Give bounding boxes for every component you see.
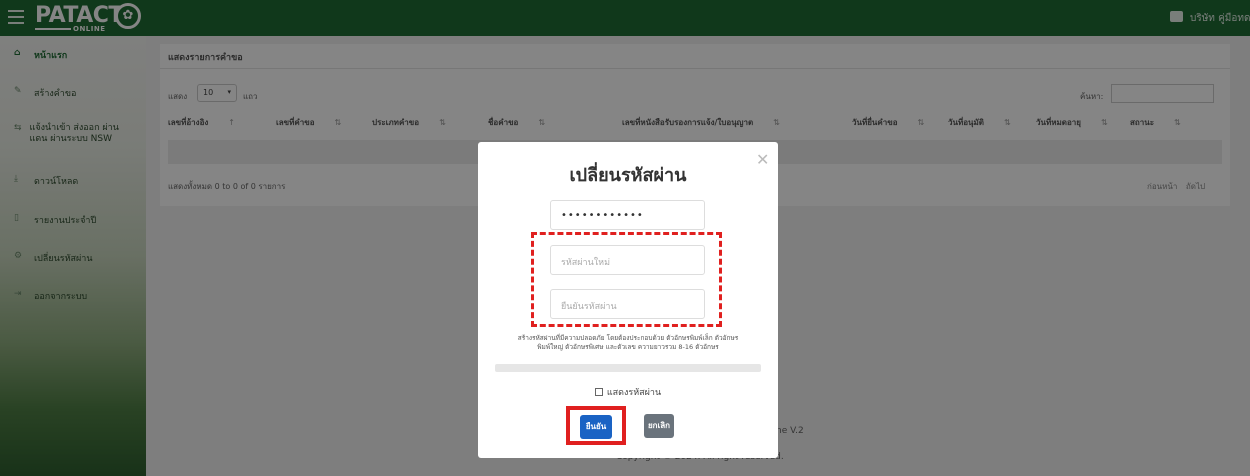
close-icon[interactable]: ✕ (756, 150, 769, 169)
show-password-checkbox[interactable]: แสดงรหัสผ่าน (478, 385, 778, 399)
modal-title: เปลี่ยนรหัสผ่าน (569, 165, 687, 186)
password-strength-bar (495, 364, 761, 372)
change-password-modal: เปลี่ยนรหัสผ่าน ✕ •••••••••••• รหัสผ่านใ… (478, 142, 778, 458)
checkbox-icon (594, 388, 603, 396)
password-hint: สร้างรหัสผ่านที่มีความปลอดภัย โดยต้องประ… (517, 334, 739, 351)
old-password-field[interactable]: •••••••••••• (550, 200, 705, 230)
confirm-button[interactable]: ยืนยัน (580, 415, 612, 439)
cancel-button[interactable]: ยกเลิก (644, 414, 674, 438)
password-fields-highlight (531, 232, 722, 327)
